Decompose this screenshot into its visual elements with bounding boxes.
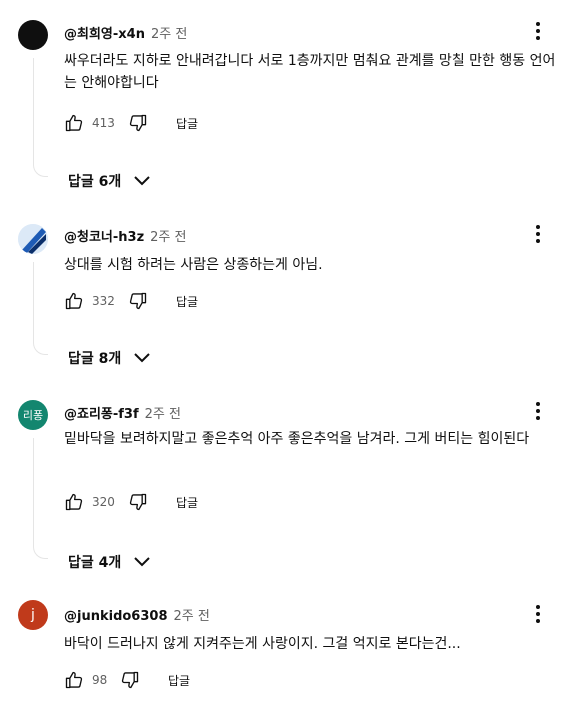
like-button[interactable] [64, 492, 84, 512]
thumbs-down-icon [129, 114, 147, 132]
more-vert-icon [536, 402, 540, 420]
dislike-button[interactable] [128, 291, 148, 311]
dislike-button[interactable] [128, 492, 148, 512]
like-button[interactable] [64, 291, 84, 311]
thumbs-up-icon [65, 292, 83, 310]
replies-count-label: 답글 6개 [68, 174, 122, 190]
replies-toggle[interactable]: 답글 4개 [68, 552, 151, 572]
avatar-image [18, 224, 48, 254]
more-actions-button[interactable] [528, 222, 548, 246]
replies-toggle[interactable]: 답글 6개 [68, 171, 151, 191]
comment-author[interactable]: @청코너-h3z [64, 226, 144, 245]
comment-author[interactable]: @junkido6308 [64, 609, 168, 624]
comment-item: j @junkido6308 2주 전 바닥이 드러나지 않게 지켜주는게 사랑… [0, 580, 582, 708]
avatar-initials: 리퐁 [22, 409, 44, 422]
chevron-down-icon [134, 557, 150, 567]
more-vert-icon [536, 22, 540, 40]
avatar[interactable]: 리퐁 [18, 400, 48, 430]
comment-author[interactable]: @최희영-x4n [64, 23, 145, 42]
comment-item: @청코너-h3z 2주 전 상대를 시험 하려는 사람은 상종하는게 아님. 3… [0, 200, 582, 380]
comment-text: 싸우더라도 지하로 안내려갑니다 서로 1층까지만 멈춰요 관계를 망칠 만한 … [64, 53, 556, 91]
like-count: 98 [92, 673, 108, 687]
comment-time[interactable]: 2주 전 [145, 403, 181, 422]
comment-text: 상대를 시험 하려는 사람은 상종하는게 아님. [64, 257, 323, 273]
like-count: 332 [92, 294, 115, 308]
avatar-initials: j [31, 607, 35, 623]
comment-time[interactable]: 2주 전 [151, 23, 187, 42]
comment-item: 리퐁 @죠리퐁-f3f 2주 전 밑바닥을 보려하지말고 좋은추억 아주 좋은추… [0, 380, 582, 580]
like-count: 413 [92, 116, 115, 130]
comment-item: @최희영-x4n 2주 전 싸우더라도 지하로 안내려갑니다 서로 1층까지만 … [0, 0, 582, 200]
reply-button[interactable]: 답글 [176, 115, 198, 132]
like-button[interactable] [64, 113, 84, 133]
comment-text: 바닥이 드러나지 않게 지켜주는게 사랑이지. 그걸 억지로 본다는건... [64, 636, 461, 652]
thumbs-down-icon [129, 292, 147, 310]
thumbs-up-icon [65, 671, 83, 689]
thumbs-down-icon [129, 493, 147, 511]
thumbs-up-icon [65, 114, 83, 132]
replies-toggle[interactable]: 답글 8개 [68, 348, 151, 368]
avatar[interactable]: j [18, 600, 48, 630]
thread-line [33, 438, 48, 559]
like-count: 320 [92, 495, 115, 509]
reply-button[interactable]: 답글 [176, 293, 198, 310]
more-vert-icon [536, 605, 540, 623]
comment-time[interactable]: 2주 전 [174, 605, 210, 624]
thread-line [33, 262, 48, 355]
dislike-button[interactable] [128, 113, 148, 133]
reply-button[interactable]: 답글 [168, 672, 190, 689]
more-vert-icon [536, 225, 540, 243]
comment-text: 밑바닥을 보려하지말고 좋은추억 아주 좋은추억을 남겨라. 그게 버티는 힘이… [64, 431, 530, 447]
thumbs-up-icon [65, 493, 83, 511]
dislike-button[interactable] [120, 670, 140, 690]
reply-button[interactable]: 답글 [176, 494, 198, 511]
more-actions-button[interactable] [528, 19, 548, 43]
replies-count-label: 답글 8개 [68, 351, 122, 367]
chevron-down-icon [134, 353, 150, 363]
thumbs-down-icon [121, 671, 139, 689]
like-button[interactable] [64, 670, 84, 690]
chevron-down-icon [134, 176, 150, 186]
replies-count-label: 답글 4개 [68, 555, 122, 571]
more-actions-button[interactable] [528, 602, 548, 626]
avatar[interactable] [18, 224, 48, 254]
avatar[interactable] [18, 20, 48, 50]
comment-time[interactable]: 2주 전 [150, 226, 186, 245]
more-actions-button[interactable] [528, 399, 548, 423]
comment-author[interactable]: @죠리퐁-f3f [64, 403, 139, 422]
thread-line [33, 58, 48, 177]
